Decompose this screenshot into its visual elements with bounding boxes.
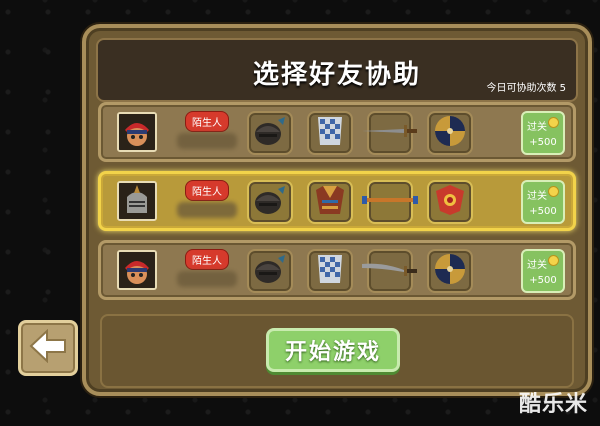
hammer-helmet-icon [252, 114, 288, 152]
round-shield-icon [433, 252, 467, 290]
coin-icon [548, 255, 559, 266]
checkered-armor-icon [314, 113, 346, 153]
back-arrow-icon [29, 328, 67, 367]
equipment-slot [427, 180, 473, 224]
hammer-helmet-icon [252, 183, 288, 221]
start-game-button[interactable]: 开始游戏 [266, 328, 400, 372]
watermark-logo: 酷乐米 [518, 392, 588, 417]
sword-icon [360, 121, 420, 145]
blurred-player-name [177, 133, 237, 149]
equipment-slot [307, 249, 353, 293]
back-button[interactable] [18, 320, 78, 376]
checkered-armor-icon [314, 251, 346, 291]
equipment-slot [247, 180, 293, 224]
stranger-badge: 陌生人 [185, 249, 229, 270]
equipment-slot [362, 180, 418, 224]
reward-bonus: +500 [529, 206, 557, 217]
red-hat-warrior-avatar [117, 250, 157, 290]
spear-icon [360, 192, 420, 212]
assist-dialog: 选择好友协助 今日可协助次数 5 陌生人 过关 +500 陌生人 过关 +500… [82, 24, 592, 396]
reward-label: 过关 [527, 191, 547, 202]
equipment-slot [362, 249, 417, 293]
hammer-helmet-icon [252, 252, 288, 290]
equipment-slot [427, 249, 473, 293]
assist-count-label: 今日可协助次数 5 [486, 83, 566, 94]
stranger-badge: 陌生人 [185, 180, 229, 201]
reward-label: 过关 [527, 260, 547, 271]
scimitar-icon [360, 258, 420, 284]
equipment-slot [307, 111, 353, 155]
blurred-player-name [177, 202, 237, 218]
reward-bonus: +500 [529, 137, 557, 148]
equipment-slot [307, 180, 353, 224]
equipment-slot [427, 111, 473, 155]
blurred-player-name [177, 271, 237, 287]
equipment-slot [247, 111, 293, 155]
dialog-footer: 开始游戏 [100, 314, 574, 388]
reward-label: 过关 [527, 122, 547, 133]
round-shield-icon [433, 114, 467, 152]
equipment-slot [247, 249, 293, 293]
clear-reward: 过关 +500 [521, 249, 565, 293]
equipment-slot [362, 111, 417, 155]
red-shield-icon [432, 183, 468, 221]
red-hat-warrior-avatar [117, 112, 157, 152]
friend-row[interactable]: 陌生人 过关 +500 [98, 102, 576, 162]
friend-row[interactable]: 陌生人 过关 +500 [98, 240, 576, 300]
coin-icon [548, 186, 559, 197]
stranger-badge: 陌生人 [185, 111, 229, 132]
clear-reward: 过关 +500 [521, 180, 565, 224]
dialog-header: 选择好友协助 今日可协助次数 5 [96, 38, 578, 102]
friend-row-selected[interactable]: 陌生人 过关 +500 [98, 171, 576, 231]
coin-icon [548, 117, 559, 128]
ornate-armor-icon [313, 182, 347, 222]
clear-reward: 过关 +500 [521, 111, 565, 155]
knight-helmet-avatar [117, 181, 157, 221]
reward-bonus: +500 [529, 275, 557, 286]
